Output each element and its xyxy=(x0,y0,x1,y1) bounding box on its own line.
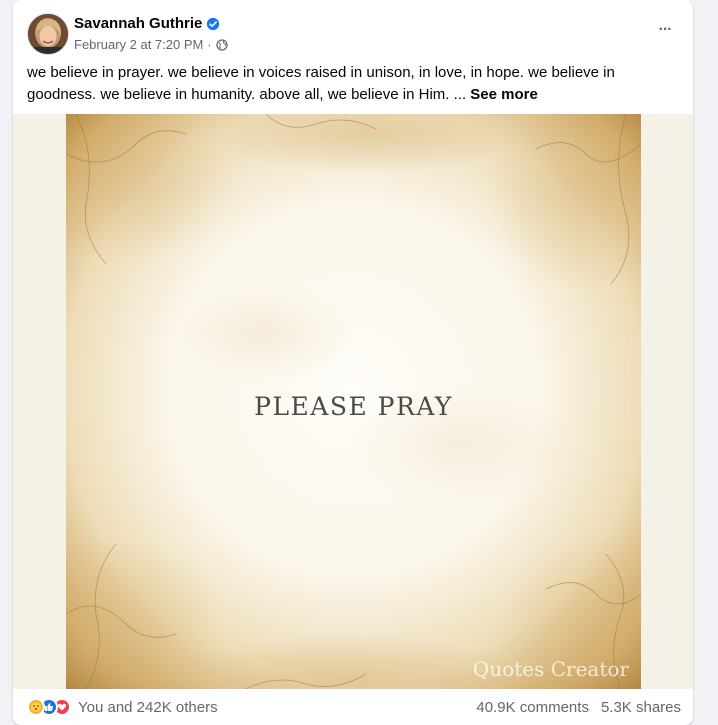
globe-icon[interactable] xyxy=(216,38,228,51)
comments-count[interactable]: 40.9K comments xyxy=(476,699,589,716)
author-name[interactable]: Savannah Guthrie xyxy=(74,15,220,32)
post-stats: 40.9K comments 5.3K shares xyxy=(476,699,681,716)
more-options-button[interactable]: ··· xyxy=(647,16,683,44)
post-image[interactable]: PLEASE PRAY Quotes Creator xyxy=(66,114,641,689)
shares-count[interactable]: 5.3K shares xyxy=(601,699,681,716)
more-options-icon: ··· xyxy=(658,21,673,38)
post-caption: we believe in prayer. we believe in voic… xyxy=(13,58,693,114)
meta-separator: · xyxy=(207,37,212,52)
post-media: PLEASE PRAY Quotes Creator xyxy=(13,114,693,689)
image-headline: PLEASE PRAY xyxy=(254,392,453,421)
verified-badge-icon xyxy=(207,17,220,30)
image-watermark: Quotes Creator xyxy=(472,657,629,681)
author-name-text[interactable]: Savannah Guthrie xyxy=(74,15,202,32)
author-avatar[interactable] xyxy=(27,13,69,55)
post-meta: February 2 at 7:20 PM · xyxy=(74,37,228,52)
post-header: Savannah Guthrie February 2 at 7:20 PM ·… xyxy=(13,0,693,58)
care-reaction-icon xyxy=(27,698,45,716)
avatar-image xyxy=(28,14,68,54)
reaction-icons[interactable] xyxy=(27,698,71,716)
post-footer: You and 242K others 40.9K comments 5.3K … xyxy=(13,689,693,725)
post-card: Savannah Guthrie February 2 at 7:20 PM ·… xyxy=(13,0,693,725)
reaction-count[interactable]: You and 242K others xyxy=(78,699,218,716)
see-more-link[interactable]: See more xyxy=(470,86,538,103)
post-timestamp[interactable]: February 2 at 7:20 PM xyxy=(74,37,203,52)
